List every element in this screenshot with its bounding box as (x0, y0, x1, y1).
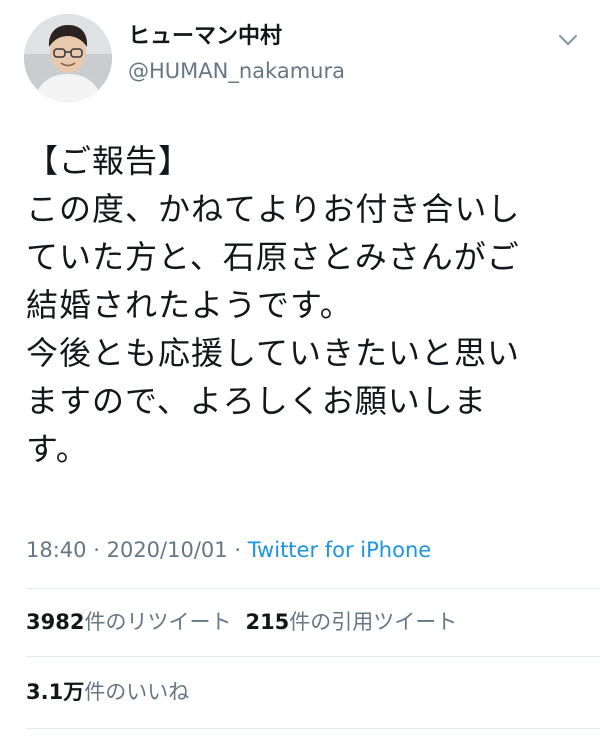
engagement-stats-row: 3982件のリツイート 215件の引用ツイート (26, 607, 457, 637)
tweet-text-line: す。 (26, 430, 89, 468)
tweet-text-line: ますので、よろしくお願いしま (26, 382, 487, 420)
divider (26, 588, 600, 589)
likes-label: 件のいいね (84, 680, 190, 704)
tweet-text-line: ていた方と、石原さとみさんがご (26, 238, 520, 276)
tweet-time: 18:40 (26, 538, 87, 562)
meta-separator: · (93, 538, 100, 562)
tweet-text: 【ご報告】 この度、かねてよりお付き合いし ていた方と、石原さとみさんがご 結婚… (26, 137, 578, 473)
user-handle[interactable]: @HUMAN_nakamura (128, 56, 345, 86)
tweet-header: ヒューマン中村 @HUMAN_nakamura (0, 0, 600, 110)
retweets-label: 件のリツイート (84, 610, 232, 634)
likes-stat[interactable]: 3.1万件のいいね (26, 680, 189, 704)
chevron-down-icon[interactable] (556, 28, 580, 52)
quotes-stat[interactable]: 215件の引用ツイート (245, 610, 457, 634)
likes-count: 3.1万 (26, 680, 85, 704)
tweet-text-line: 今後とも応援していきたいと思い (26, 334, 521, 372)
tweet-text-line: 結婚されたようです。 (26, 286, 353, 324)
divider (26, 728, 600, 729)
divider (26, 656, 600, 657)
quotes-label: 件の引用ツイート (289, 610, 458, 634)
retweets-count: 3982 (26, 610, 85, 634)
tweet-source-link[interactable]: Twitter for iPhone (248, 538, 432, 562)
user-avatar-icon (24, 14, 112, 102)
retweets-stat[interactable]: 3982件のリツイート (26, 610, 231, 634)
meta-separator: · (234, 538, 242, 562)
tweet-meta: 18:40 · 2020/10/01 · Twitter for iPhone (26, 535, 431, 565)
tweet-date: 2020/10/01 (106, 538, 228, 562)
avatar[interactable] (24, 14, 112, 102)
tweet-text-line: この度、かねてよりお付き合いし (26, 190, 521, 228)
tweet-text-line: 【ご報告】 (26, 142, 192, 180)
likes-stats-row: 3.1万件のいいね (26, 677, 189, 707)
quotes-count: 215 (245, 610, 290, 634)
author-block[interactable]: ヒューマン中村 @HUMAN_nakamura (128, 22, 345, 86)
display-name[interactable]: ヒューマン中村 (128, 22, 345, 52)
